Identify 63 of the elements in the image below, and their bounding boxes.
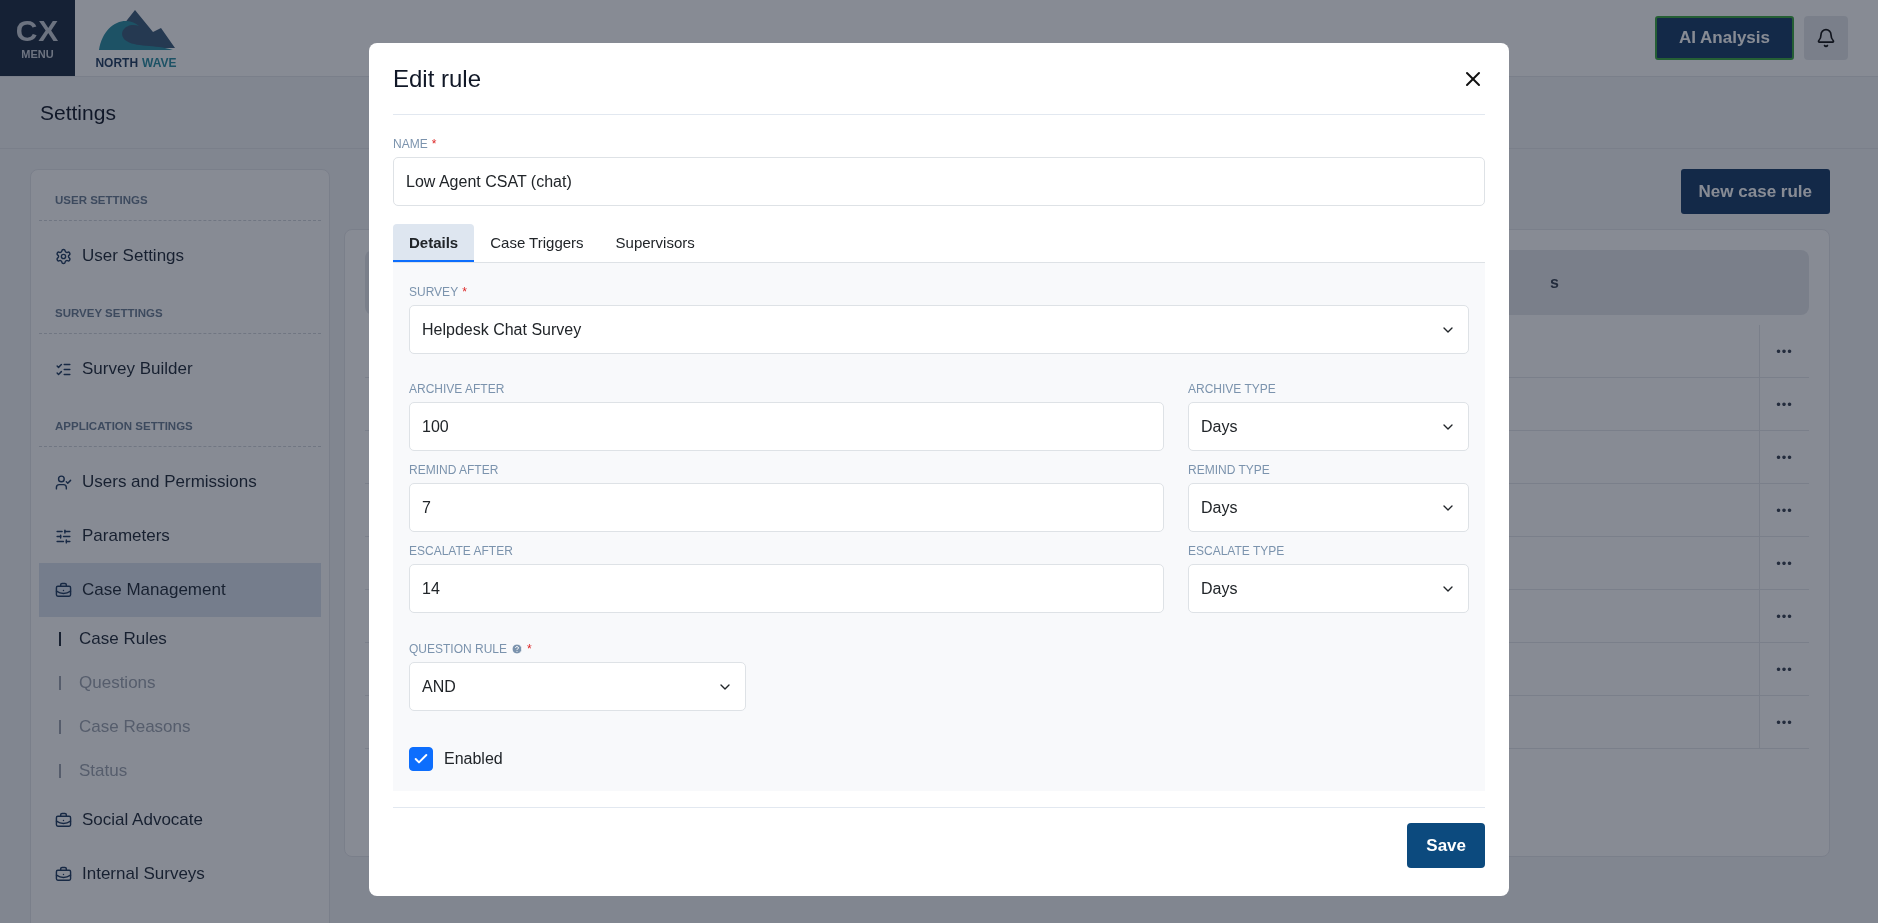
ai-analysis-button[interactable]: AI Analysis xyxy=(1654,16,1794,60)
briefcase-icon xyxy=(55,865,72,883)
field-label: ESCALATE TYPE xyxy=(1188,544,1285,558)
field-label: NAME xyxy=(393,137,428,151)
input-field[interactable]: 14 xyxy=(409,564,1164,613)
section-heading: USER SETTINGS xyxy=(39,180,321,221)
settings-icon xyxy=(55,247,72,265)
page-title: Settings xyxy=(40,100,116,125)
required-mark: * xyxy=(462,285,467,299)
field-label: REMIND AFTER xyxy=(409,463,499,477)
dialog-title: Edit rule xyxy=(393,64,482,93)
field-label: REMIND TYPE xyxy=(1188,463,1270,477)
help-icon[interactable] xyxy=(511,643,523,655)
enabled-checkbox[interactable] xyxy=(409,747,433,771)
tab[interactable]: Case Triggers xyxy=(474,224,600,262)
required-mark: * xyxy=(431,137,437,151)
sidebar-subitem[interactable]: Case Rules xyxy=(39,617,321,661)
field-label: ESCALATE AFTER xyxy=(409,544,513,558)
bell-icon xyxy=(1816,28,1836,48)
row-actions-button[interactable]: ••• xyxy=(1776,343,1793,359)
input-field[interactable]: 7 xyxy=(409,483,1164,532)
new-case-rule-button[interactable]: New case rule xyxy=(1680,169,1830,214)
field-label: QUESTION RULE xyxy=(409,642,507,656)
row-actions-button[interactable]: ••• xyxy=(1776,608,1793,624)
select-field[interactable]: Days xyxy=(1188,402,1469,451)
sidebar-item[interactable]: Users and Permissions xyxy=(39,455,321,509)
select-field[interactable]: Days xyxy=(1188,564,1469,613)
column-heading: s xyxy=(1550,273,1560,292)
sidebar-item[interactable]: Social Advocate xyxy=(39,793,321,847)
notification-button[interactable] xyxy=(1804,16,1848,60)
sidebar-item[interactable]: Case Management xyxy=(39,563,321,617)
sidebar-item[interactable]: Internal Surveys xyxy=(39,847,321,901)
section-heading: SURVEY SETTINGS xyxy=(39,293,321,334)
field-label: SURVEY xyxy=(409,285,459,299)
input-field[interactable]: 100 xyxy=(409,402,1164,451)
sidebar-item[interactable]: Parameters xyxy=(39,509,321,563)
checkbox-label: Enabled xyxy=(444,750,503,768)
select-field[interactable]: Days xyxy=(1188,483,1469,532)
row-actions-button[interactable]: ••• xyxy=(1776,661,1793,677)
briefcase-icon xyxy=(55,811,72,829)
required-mark: * xyxy=(527,642,532,656)
sliders-icon xyxy=(55,527,72,545)
field-label: ARCHIVE AFTER xyxy=(409,382,505,396)
save-button[interactable]: Save xyxy=(1407,823,1485,868)
row-actions-button[interactable]: ••• xyxy=(1776,555,1793,571)
user-check-icon xyxy=(55,473,72,491)
brand-word: WAVE xyxy=(142,56,177,70)
briefcase-icon xyxy=(55,581,72,599)
tab[interactable]: Details xyxy=(393,224,475,262)
menu-logo-button[interactable]: CX MENU xyxy=(0,0,75,76)
row-actions-button[interactable]: ••• xyxy=(1776,714,1793,730)
select-field[interactable]: AND xyxy=(409,662,746,711)
section-heading: APPLICATION SETTINGS xyxy=(39,406,321,447)
field-label: ARCHIVE TYPE xyxy=(1188,382,1276,396)
tab[interactable]: Supervisors xyxy=(599,224,711,262)
row-actions-button[interactable]: ••• xyxy=(1776,449,1793,465)
row-actions-button[interactable]: ••• xyxy=(1776,396,1793,412)
row-actions-button[interactable]: ••• xyxy=(1776,502,1793,518)
input-field[interactable]: Low Agent CSAT (chat) xyxy=(393,157,1485,206)
select-field[interactable]: Helpdesk Chat Survey xyxy=(409,305,1469,354)
brand-word: NORTH xyxy=(95,56,139,70)
sidebar-item[interactable]: Survey Builder xyxy=(39,342,321,396)
sidebar-item[interactable]: User Settings xyxy=(39,229,321,283)
